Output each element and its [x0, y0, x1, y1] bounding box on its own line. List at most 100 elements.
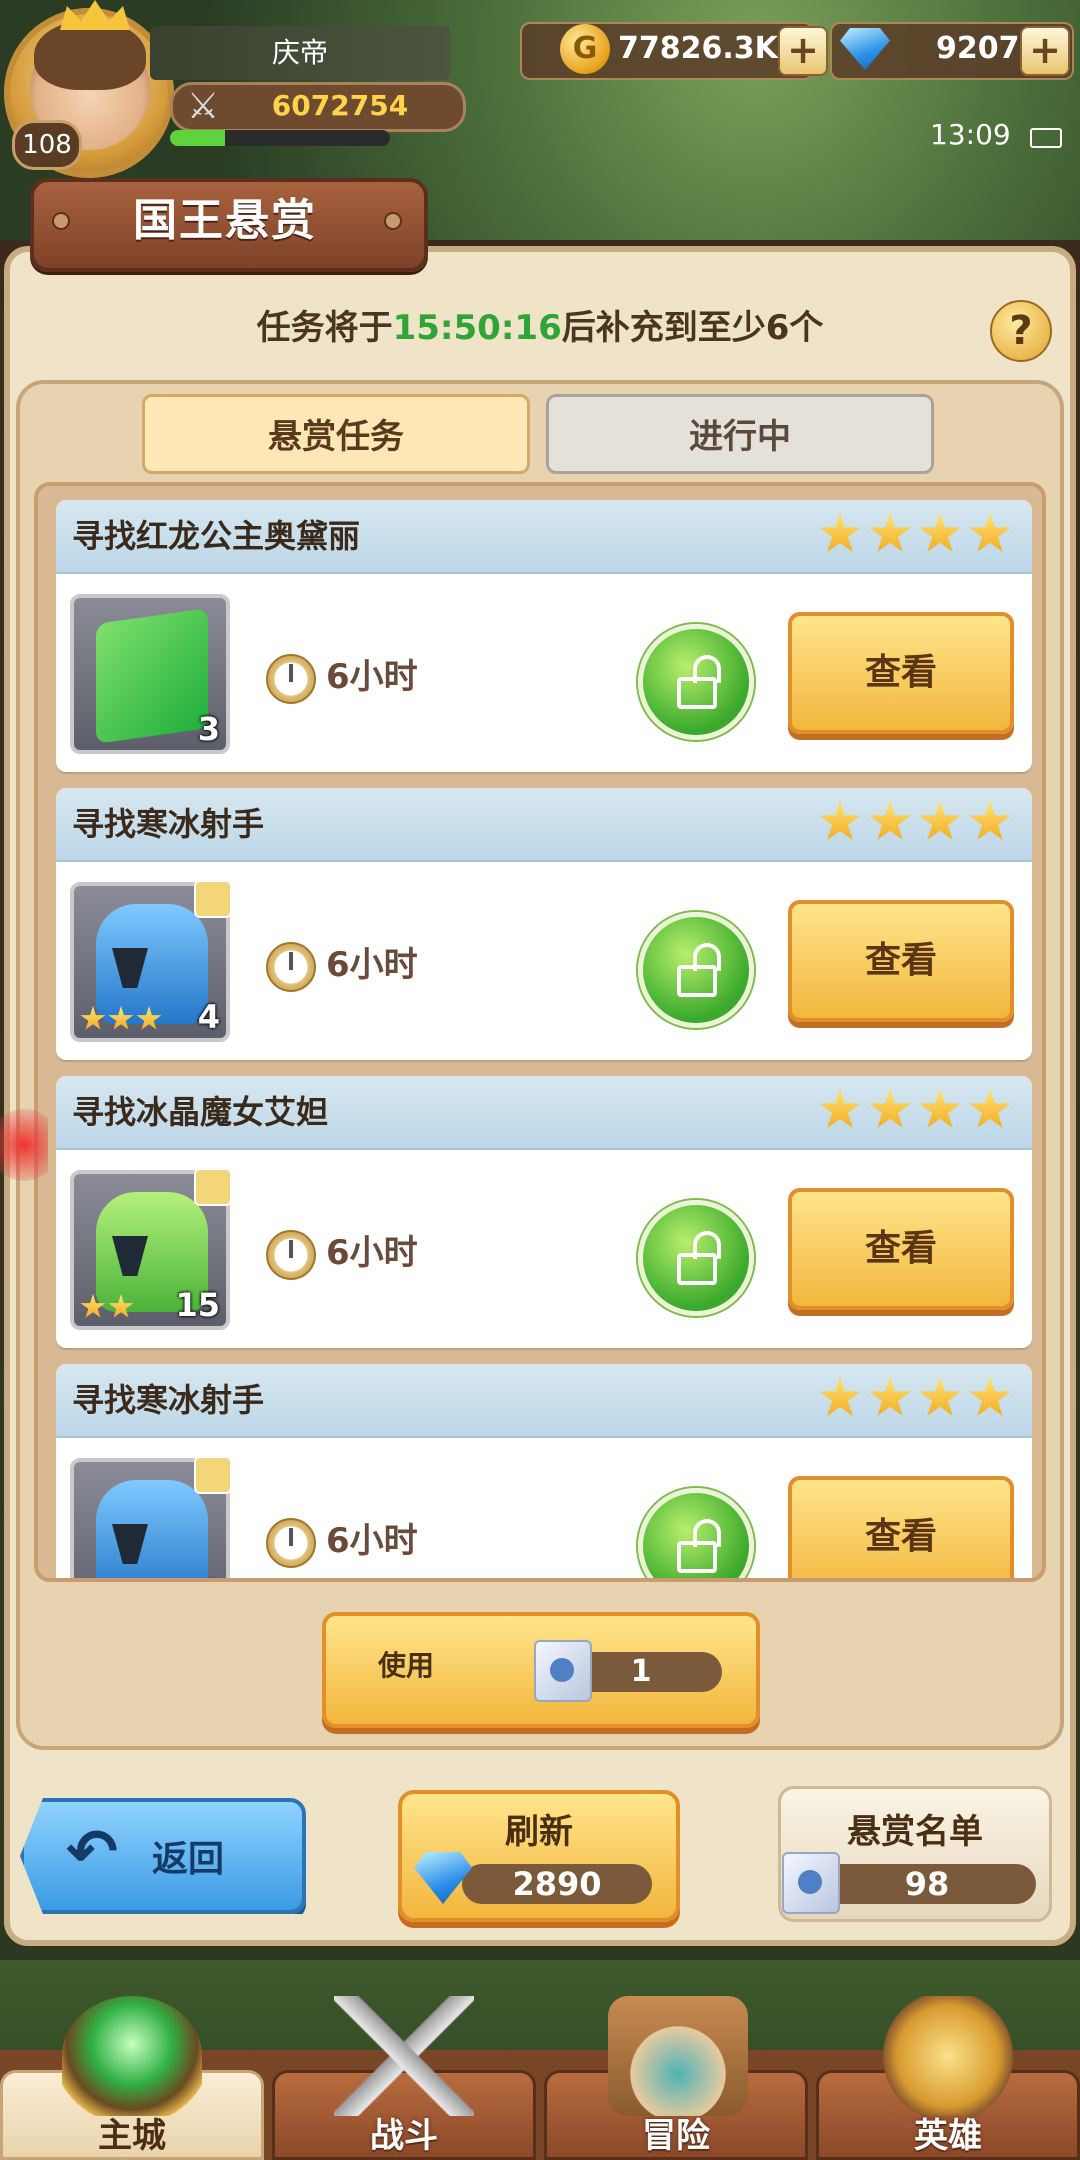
- avatar-hair: [34, 20, 146, 90]
- quest-reward-item[interactable]: 4: [70, 1456, 232, 1578]
- page-title: 国王悬赏: [133, 195, 317, 246]
- quest-header: 寻找寒冰射手: [56, 788, 1032, 862]
- clock-icon: [266, 1518, 316, 1568]
- star-icon: [818, 1376, 862, 1417]
- item-count: 4: [198, 1574, 220, 1578]
- quest-duration: 6小时: [326, 1521, 418, 1561]
- quest-reward-item[interactable]: 3: [70, 594, 230, 754]
- view-button[interactable]: 查看: [788, 1476, 1014, 1578]
- star-icon: [868, 512, 912, 553]
- item-count: 15: [175, 1286, 220, 1324]
- quest-title: 寻找寒冰射手: [72, 1381, 265, 1419]
- padlock-body: [677, 1541, 717, 1573]
- item-count: 3: [197, 710, 220, 748]
- star-icon: [80, 1294, 106, 1318]
- padlock-body: [677, 965, 717, 997]
- exp-bar-fill: [170, 130, 225, 146]
- padlock-body: [677, 1253, 717, 1285]
- side-marker: [0, 1100, 48, 1190]
- fragment-icon: [194, 1456, 232, 1494]
- bounty-list-label: 悬赏名单: [847, 1812, 983, 1852]
- quest-header: 寻找冰晶魔女艾妲: [56, 1076, 1032, 1150]
- refill-time: 15:50:16: [392, 308, 562, 348]
- blue-helmet-icon: [96, 1480, 208, 1578]
- quest-header: 寻找红龙公主奥黛丽: [56, 500, 1032, 574]
- use-count: 1: [630, 1654, 652, 1689]
- star-icon: [868, 1376, 912, 1417]
- hero-icon: [878, 1996, 1018, 2116]
- quest-card: 寻找寒冰射手 4 6小时 查看: [56, 1364, 1032, 1578]
- item-rarity: [80, 1294, 134, 1320]
- star-icon: [968, 1088, 1012, 1129]
- status-time: 13:09: [930, 118, 1011, 151]
- quest-list[interactable]: 寻找红龙公主奥黛丽 3 6小时 查看 寻找寒冰射手 4 6小时 查看 寻找冰晶魔女艾妲 15 6小时…: [34, 482, 1046, 1582]
- bounty-list-count: 98: [904, 1865, 950, 1903]
- quest-card: 寻找寒冰射手 4 6小时 查看: [56, 788, 1032, 1060]
- nav-hero-label: 英雄: [914, 2116, 982, 2156]
- clock-icon: [266, 942, 316, 992]
- star-icon: [918, 1088, 962, 1129]
- quest-difficulty: [818, 800, 1012, 848]
- star-icon: [968, 800, 1012, 841]
- view-button[interactable]: 查看: [788, 900, 1014, 1022]
- quest-header: 寻找寒冰射手: [56, 1364, 1032, 1438]
- quest-card: 寻找冰晶魔女艾妲 15 6小时 查看: [56, 1076, 1032, 1348]
- green-scroll-icon: [96, 608, 208, 744]
- fragment-icon: [194, 880, 232, 918]
- refresh-cost: 2890: [512, 1865, 602, 1903]
- unlock-button[interactable]: [638, 1200, 754, 1316]
- exp-bar: [170, 130, 390, 146]
- clock-icon: [266, 1230, 316, 1280]
- quest-duration: 6小时: [326, 945, 418, 985]
- adventure-icon: [608, 1996, 748, 2116]
- unlock-button[interactable]: [638, 912, 754, 1028]
- player-name: 庆帝: [150, 26, 450, 80]
- help-button[interactable]: ?: [990, 300, 1052, 362]
- quest-difficulty: [818, 1376, 1012, 1424]
- view-button[interactable]: 查看: [788, 1188, 1014, 1310]
- add-gold-button[interactable]: +: [778, 26, 828, 76]
- star-icon: [818, 1088, 862, 1129]
- star-icon: [968, 1376, 1012, 1417]
- tab-in-progress[interactable]: 进行中: [546, 394, 934, 474]
- quest-reward-item[interactable]: 15: [70, 1168, 232, 1330]
- star-icon: [818, 800, 862, 841]
- refill-suffix: 后补充到至少6个: [561, 308, 824, 348]
- return-arrow-icon: ↶: [66, 1815, 118, 1888]
- crossed-swords-icon: ⚔: [186, 86, 220, 127]
- quest-title: 寻找红龙公主奥黛丽: [72, 517, 361, 555]
- view-button[interactable]: 查看: [788, 612, 1014, 734]
- padlock-body: [677, 677, 717, 709]
- quest-reward-item[interactable]: 4: [70, 880, 232, 1042]
- fragment-icon: [194, 1168, 232, 1206]
- quest-difficulty: [818, 1088, 1012, 1136]
- clock-icon: [266, 654, 316, 704]
- star-icon: [918, 1376, 962, 1417]
- player-power: 6072754: [271, 89, 409, 122]
- main-city-icon: [62, 1996, 202, 2116]
- star-icon: [868, 800, 912, 841]
- star-icon: [818, 512, 862, 553]
- gold-coin-icon: G: [560, 24, 610, 74]
- refill-prefix: 任务将于: [256, 308, 393, 348]
- star-icon: [968, 512, 1012, 553]
- star-icon: [918, 512, 962, 553]
- nav-battle-label: 战斗: [370, 2116, 438, 2156]
- star-icon: [80, 1006, 106, 1030]
- add-gems-button[interactable]: +: [1020, 26, 1070, 76]
- gold-amount: 77826.3K: [618, 31, 778, 66]
- refill-notice: 任务将于15:50:16后补充到至少6个: [0, 300, 1080, 349]
- quest-duration: 6小时: [326, 657, 418, 697]
- star-icon: [918, 800, 962, 841]
- battery-icon: [1030, 128, 1062, 148]
- refresh-label: 刷新: [505, 1812, 573, 1852]
- nav-adventure-label: 冒险: [642, 2116, 710, 2156]
- star-icon: [108, 1006, 134, 1030]
- tab-bounty-tasks[interactable]: 悬赏任务: [142, 394, 530, 474]
- item-count: 4: [197, 998, 220, 1036]
- unlock-button[interactable]: [638, 624, 754, 740]
- gem-amount: 9207: [936, 31, 1020, 66]
- quest-difficulty: [818, 512, 1012, 560]
- player-level: 108: [12, 120, 82, 170]
- unlock-button[interactable]: [638, 1488, 754, 1578]
